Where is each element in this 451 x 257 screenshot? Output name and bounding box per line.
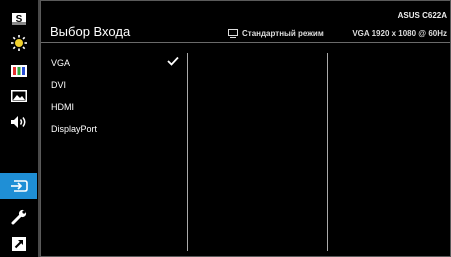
brightness-icon xyxy=(10,35,27,51)
mode-label: Стандартный режим xyxy=(242,29,324,38)
sidebar-item-color[interactable] xyxy=(4,59,33,83)
menu-header: Выбор Входа ASUS C622A Стандартный режим… xyxy=(41,1,450,43)
sidebar-item-shortcut[interactable] xyxy=(4,232,33,256)
sidebar-item-brightness[interactable] xyxy=(4,31,33,55)
sidebar: S xyxy=(0,0,37,257)
shortcut-icon xyxy=(11,237,26,251)
menu-item-hdmi[interactable]: HDMI xyxy=(51,102,74,112)
sidebar-item-sound[interactable] xyxy=(4,110,33,134)
check-icon xyxy=(167,56,179,66)
menu-item-dvi[interactable]: DVI xyxy=(51,80,66,90)
page-title: Выбор Входа xyxy=(50,24,131,39)
sidebar-item-splendid[interactable]: S xyxy=(4,7,33,31)
column-divider-1 xyxy=(187,53,188,251)
splendid-s-icon: S xyxy=(11,13,26,25)
menu-item-vga[interactable]: VGA xyxy=(51,58,70,68)
color-icon xyxy=(10,65,27,77)
sidebar-item-image[interactable] xyxy=(4,84,33,108)
monitor-icon xyxy=(228,29,238,38)
input-select-icon xyxy=(10,180,28,192)
sidebar-item-system-setup[interactable] xyxy=(4,205,33,229)
menu-item-displayport[interactable]: DisplayPort xyxy=(51,124,97,134)
svg-text:S: S xyxy=(15,14,22,25)
sidebar-item-input-select[interactable] xyxy=(0,173,37,199)
model-name: ASUS C622A xyxy=(397,11,447,20)
sound-icon xyxy=(10,116,25,128)
column-divider-2 xyxy=(327,53,328,251)
image-icon xyxy=(10,90,27,102)
input-resolution: VGA 1920 x 1080 @ 60Hz xyxy=(352,29,447,38)
system-setup-icon xyxy=(11,209,26,225)
mode-status: Стандартный режим xyxy=(228,29,324,38)
menu-panel: Выбор Входа ASUS C622A Стандартный режим… xyxy=(40,0,451,257)
